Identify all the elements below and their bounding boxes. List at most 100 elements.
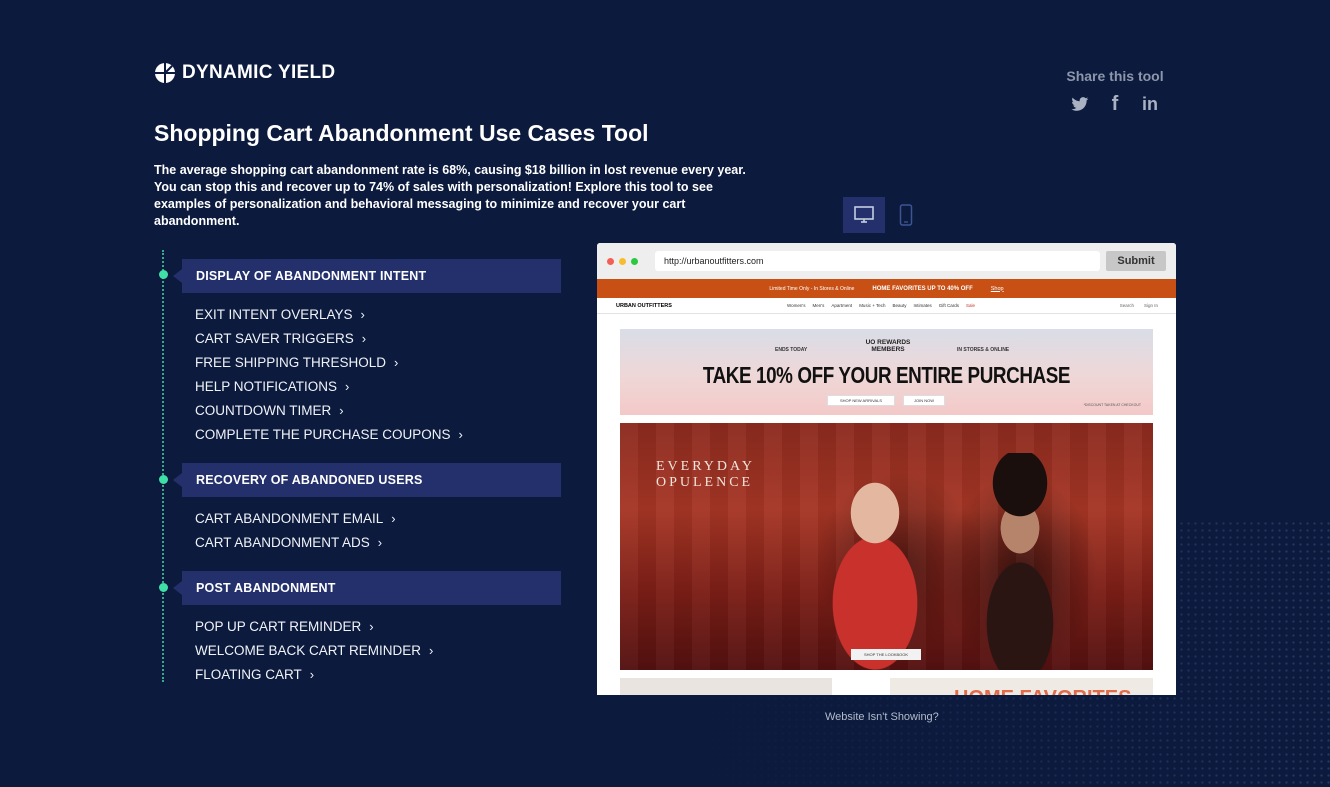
timeline-node xyxy=(159,475,168,484)
menu-item-label: CART ABANDONMENT ADS xyxy=(195,534,370,550)
hero-title-line1: EVERYDAY xyxy=(656,459,755,474)
chevron-right-icon: › xyxy=(458,426,463,442)
site-promo-bar: Limited Time Only - In Stores & Online H… xyxy=(597,279,1176,298)
menu-item-label: WELCOME BACK CART REMINDER xyxy=(195,642,422,658)
section-header-post-abandonment[interactable]: POST ABANDONMENT xyxy=(173,571,561,605)
mobile-view-button[interactable] xyxy=(885,197,927,233)
submit-button[interactable]: Submit xyxy=(1106,251,1166,271)
facebook-icon[interactable]: f xyxy=(1105,93,1125,115)
desktop-icon xyxy=(854,206,874,223)
banner-members: UO REWARDS MEMBERS xyxy=(865,339,911,353)
brand-name: DYNAMIC YIELD xyxy=(182,62,336,83)
section-items-display-intent: EXIT INTENT OVERLAYS › CART SAVER TRIGGER… xyxy=(195,302,463,446)
site-brand[interactable]: URBAN OUTFITTERS xyxy=(616,303,672,309)
site-nav-item[interactable]: Apartment xyxy=(831,303,852,308)
site-nav-item[interactable]: Women's xyxy=(787,303,806,308)
site-nav-item[interactable]: Music + Tech xyxy=(859,303,885,308)
mobile-icon xyxy=(899,204,913,226)
chevron-right-icon: › xyxy=(345,378,350,394)
menu-item-label: CART ABANDONMENT EMAIL xyxy=(195,510,384,526)
twitter-icon[interactable] xyxy=(1070,94,1090,114)
site-search-link[interactable]: Search xyxy=(1120,303,1134,308)
section-items-post-abandonment: POP UP CART REMINDER › WELCOME BACK CART … xyxy=(195,614,433,686)
share-title: Share this tool xyxy=(1066,68,1164,84)
promo-link[interactable]: Shop xyxy=(991,286,1004,292)
site-nav-item[interactable]: Sale xyxy=(966,303,975,308)
device-toggle xyxy=(843,197,927,233)
banner-join-button[interactable]: JOIN NOW xyxy=(903,395,945,406)
site-promo-banner[interactable]: ENDS TODAY UO REWARDS MEMBERS IN STORES … xyxy=(620,329,1153,415)
menu-item-label: FLOATING CART xyxy=(195,666,302,682)
section-header-display-intent[interactable]: DISPLAY OF ABANDONMENT INTENT xyxy=(173,259,561,293)
banner-shop-button[interactable]: SHOP NEW ARRIVALS xyxy=(827,395,895,406)
website-not-showing-link[interactable]: Website Isn't Showing? xyxy=(825,711,939,723)
menu-item-welcome-back-cart-reminder[interactable]: WELCOME BACK CART REMINDER › xyxy=(195,638,433,662)
menu-item-complete-purchase-coupons[interactable]: COMPLETE THE PURCHASE COUPONS › xyxy=(195,422,463,446)
menu-item-floating-cart[interactable]: FLOATING CART › xyxy=(195,662,433,686)
chevron-right-icon: › xyxy=(429,642,434,658)
menu-item-label: POP UP CART REMINDER xyxy=(195,618,362,634)
menu-item-pop-up-cart-reminder[interactable]: POP UP CART REMINDER › xyxy=(195,614,433,638)
site-categories: Women's Men's Apartment Music + Tech Bea… xyxy=(787,303,975,308)
chevron-right-icon: › xyxy=(361,330,367,346)
menu-item-label: COUNTDOWN TIMER xyxy=(195,402,332,418)
hero-title-line2: OPULENCE xyxy=(656,475,754,490)
chevron-right-icon: › xyxy=(394,354,399,370)
chevron-right-icon: › xyxy=(377,534,383,550)
timeline-node xyxy=(159,270,168,279)
chevron-right-icon: › xyxy=(309,666,315,682)
chevron-right-icon: › xyxy=(360,306,365,322)
banner-fine-print: *DISCOUNT TAKEN AT CHECKOUT xyxy=(1083,403,1141,407)
hero-model-1 xyxy=(800,443,950,670)
section-header-recovery[interactable]: RECOVERY OF ABANDONED USERS xyxy=(173,463,561,497)
hero-model-2 xyxy=(950,453,1090,670)
site-hero-image[interactable]: EVERYDAY OPULENCE SHOP THE LOOKBOOK xyxy=(620,423,1153,670)
site-tile-right-text: HOME FAVORITES xyxy=(954,687,1131,695)
brand-logo[interactable]: DYNAMIC YIELD xyxy=(154,62,335,84)
close-dot-icon xyxy=(607,257,614,265)
menu-item-label: FREE SHIPPING THRESHOLD xyxy=(195,354,387,370)
menu-item-free-shipping-threshold[interactable]: FREE SHIPPING THRESHOLD › xyxy=(195,350,463,374)
page-title: Shopping Cart Abandonment Use Cases Tool xyxy=(154,120,649,146)
site-tile-right[interactable]: HOME FAVORITES xyxy=(890,678,1153,695)
promo-left: Limited Time Only - In Stores & Online xyxy=(769,285,855,292)
hero-lookbook-button[interactable]: SHOP THE LOOKBOOK xyxy=(851,649,921,660)
site-navbar: URBAN OUTFITTERS Women's Men's Apartment… xyxy=(597,298,1176,314)
section-items-recovery: CART ABANDONMENT EMAIL › CART ABANDONMENT… xyxy=(195,506,396,554)
minimize-dot-icon xyxy=(619,257,626,265)
site-tile-left[interactable] xyxy=(620,678,832,695)
chevron-right-icon: › xyxy=(339,402,344,418)
promo-main: HOME FAVORITES UP TO 40% OFF xyxy=(872,285,973,292)
menu-item-exit-intent-overlays[interactable]: EXIT INTENT OVERLAYS › xyxy=(195,302,463,326)
maximize-dot-icon xyxy=(631,257,638,265)
menu-item-label: EXIT INTENT OVERLAYS xyxy=(195,306,353,322)
browser-chrome: http://urbanoutfitters.com Submit xyxy=(597,243,1176,279)
chevron-right-icon: › xyxy=(391,510,396,526)
url-input[interactable]: http://urbanoutfitters.com xyxy=(655,251,1100,271)
share-panel: Share this tool f in xyxy=(1062,68,1168,115)
site-nav-item[interactable]: Beauty xyxy=(893,303,907,308)
desktop-view-button[interactable] xyxy=(843,197,885,233)
dynamic-yield-logo-icon xyxy=(155,63,175,83)
timeline-line xyxy=(162,250,164,682)
linkedin-icon[interactable]: in xyxy=(1140,94,1160,114)
menu-item-cart-abandonment-email[interactable]: CART ABANDONMENT EMAIL › xyxy=(195,506,396,530)
banner-ends-today: ENDS TODAY xyxy=(775,347,808,353)
site-nav-item[interactable]: Intimates xyxy=(914,303,932,308)
site-signin-link[interactable]: Sign In xyxy=(1144,303,1158,308)
menu-item-cart-abandonment-ads[interactable]: CART ABANDONMENT ADS › xyxy=(195,530,396,554)
banner-headline: TAKE 10% OFF YOUR ENTIRE PURCHASE xyxy=(702,362,1071,388)
menu-item-countdown-timer[interactable]: COUNTDOWN TIMER › xyxy=(195,398,463,422)
menu-item-help-notifications[interactable]: HELP NOTIFICATIONS › xyxy=(195,374,463,398)
chevron-right-icon: › xyxy=(369,618,374,634)
banner-stores: IN STORES & ONLINE xyxy=(957,347,1010,353)
menu-item-label: HELP NOTIFICATIONS xyxy=(195,378,338,394)
page-description: The average shopping cart abandonment ra… xyxy=(154,163,746,228)
menu-item-cart-saver-triggers[interactable]: CART SAVER TRIGGERS › xyxy=(195,326,463,350)
site-nav-right: Search Sign In xyxy=(1120,303,1158,308)
website-preview: http://urbanoutfitters.com Submit Limite… xyxy=(597,243,1176,695)
site-nav-item[interactable]: Men's xyxy=(813,303,825,308)
hero-title: EVERYDAY OPULENCE xyxy=(656,459,755,491)
site-nav-item[interactable]: Gift Cards xyxy=(939,303,959,308)
timeline-node xyxy=(159,583,168,592)
